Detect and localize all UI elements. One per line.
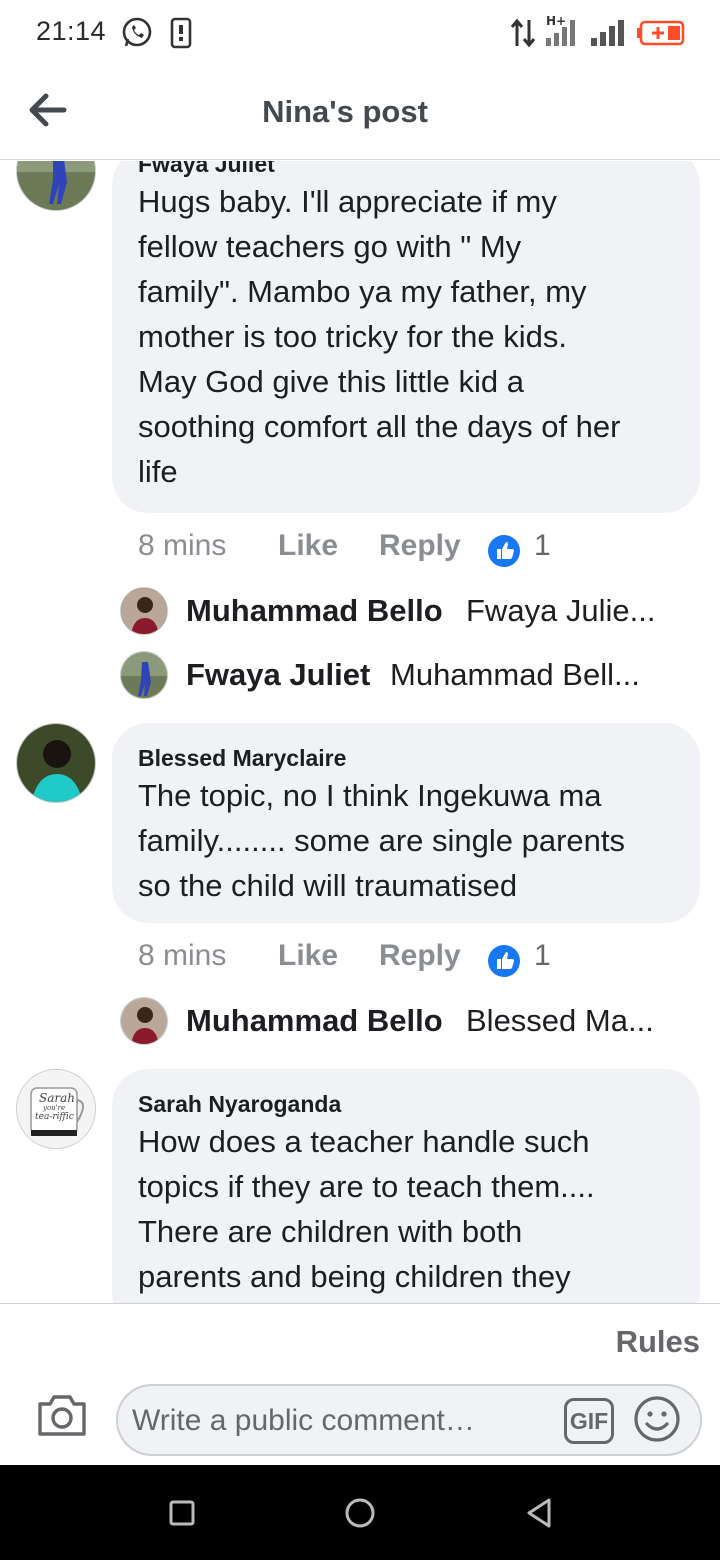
comment-text: soothing comfort all the days of her bbox=[138, 409, 621, 444]
reply-author[interactable]: Muhammad Bello bbox=[186, 593, 443, 629]
reply-text: Blessed Ma... bbox=[466, 1003, 654, 1038]
reaction-count[interactable]: 1 bbox=[534, 529, 551, 563]
reply-button[interactable]: Reply bbox=[379, 529, 461, 563]
battery-charging-icon bbox=[636, 20, 686, 51]
signal-icon bbox=[590, 18, 626, 53]
comment-text: life bbox=[138, 454, 178, 489]
camera-button[interactable] bbox=[36, 1392, 88, 1438]
avatar bbox=[120, 651, 168, 699]
post-header: Nina's post bbox=[0, 64, 720, 160]
comment-actions: 8 mins Like Reply 1 bbox=[138, 939, 698, 979]
comment-bubble[interactable]: Sarah Nyaroganda How does a teacher hand… bbox=[112, 1069, 700, 1303]
rules-link[interactable]: Rules bbox=[616, 1324, 700, 1360]
comment-timestamp: 8 mins bbox=[138, 529, 227, 562]
smiley-icon bbox=[634, 1396, 680, 1442]
home-circle-icon[interactable] bbox=[344, 1497, 376, 1529]
status-bar: 21:14 H+ bbox=[0, 0, 720, 64]
data-transfer-icon bbox=[510, 18, 536, 53]
comment-text: May God give this little kid a bbox=[138, 364, 524, 399]
comment-text: fellow teachers go with " My bbox=[138, 229, 522, 264]
avatar bbox=[120, 587, 168, 635]
comment-author[interactable]: Fwaya Juliet bbox=[138, 161, 674, 179]
hplus-signal-icon: H+ bbox=[544, 14, 584, 53]
reaction-count[interactable]: 1 bbox=[534, 939, 551, 973]
gif-button[interactable]: GIF bbox=[564, 1398, 614, 1444]
comment-input[interactable] bbox=[132, 1398, 552, 1444]
system-navigation-bar bbox=[0, 1465, 720, 1560]
reply-author[interactable]: Muhammad Bello bbox=[186, 1003, 443, 1039]
comment-text: family". Mambo ya my father, my bbox=[138, 274, 587, 309]
comment-text: so the child will traumatised bbox=[138, 868, 518, 903]
comment-timestamp: 8 mins bbox=[138, 939, 227, 972]
comment-author[interactable]: Blessed Maryclaire bbox=[138, 743, 674, 773]
reply-author[interactable]: Fwaya Juliet bbox=[186, 657, 370, 693]
avatar[interactable]: Sarah you're tea-riffic bbox=[16, 1069, 96, 1149]
reply-button[interactable]: Reply bbox=[379, 939, 461, 973]
like-button[interactable]: Like bbox=[278, 529, 338, 563]
mug-text: Sarah bbox=[39, 1091, 75, 1105]
avatar[interactable] bbox=[16, 723, 96, 803]
like-button[interactable]: Like bbox=[278, 939, 338, 973]
comment-text: There are children with both bbox=[138, 1214, 523, 1249]
recents-square-icon[interactable] bbox=[166, 1497, 198, 1529]
emoji-button[interactable] bbox=[632, 1394, 682, 1444]
svg-text:H+: H+ bbox=[546, 14, 566, 28]
comment-text: mother is too tricky for the kids. bbox=[138, 319, 567, 354]
comment-bubble[interactable]: Blessed Maryclaire The topic, no I think… bbox=[112, 723, 700, 923]
reply-text: Muhammad Bell... bbox=[390, 657, 640, 692]
avatar bbox=[120, 997, 168, 1045]
page-title: Nina's post bbox=[262, 94, 428, 129]
comment-text: family........ some are single parents bbox=[138, 823, 626, 858]
status-time: 21:14 bbox=[36, 16, 107, 46]
thumbs-up-icon[interactable] bbox=[488, 945, 520, 977]
reply-text: Fwaya Julie... bbox=[466, 593, 656, 628]
comment-text: parents and being children they bbox=[138, 1259, 571, 1294]
comments-list[interactable]: Fwaya Juliet Hugs baby. I'll appreciate … bbox=[0, 161, 720, 1303]
comment-author[interactable]: Sarah Nyaroganda bbox=[138, 1089, 674, 1119]
comment-text: Hugs baby. I'll appreciate if my bbox=[138, 184, 557, 219]
comment-bubble[interactable]: Fwaya Juliet Hugs baby. I'll appreciate … bbox=[112, 161, 700, 513]
comment-composer: Rules GIF bbox=[0, 1303, 720, 1465]
camera-icon bbox=[38, 1395, 86, 1436]
comment-text: The topic, no I think Ingekuwa ma bbox=[138, 778, 602, 813]
reply-preview[interactable]: Fwaya Juliet Muhammad Bell... bbox=[120, 651, 680, 701]
comment-actions: 8 mins Like Reply 1 bbox=[138, 529, 698, 569]
comment-input-box[interactable]: GIF bbox=[116, 1384, 702, 1456]
comment-text: topics if they are to teach them.... bbox=[138, 1169, 595, 1204]
comment-text: How does a teacher handle such bbox=[138, 1124, 590, 1159]
avatar[interactable] bbox=[16, 161, 96, 211]
thumbs-up-icon[interactable] bbox=[488, 535, 520, 567]
whatsapp-icon bbox=[120, 16, 154, 55]
sim-card-icon bbox=[170, 17, 192, 54]
mug-text: you're bbox=[43, 1104, 66, 1112]
reply-preview[interactable]: Muhammad Bello Fwaya Julie... bbox=[120, 587, 680, 637]
mug-text: tea-riffic bbox=[35, 1112, 74, 1122]
back-triangle-icon[interactable] bbox=[524, 1497, 556, 1529]
reply-preview[interactable]: Muhammad Bello Blessed Ma... bbox=[120, 997, 680, 1047]
